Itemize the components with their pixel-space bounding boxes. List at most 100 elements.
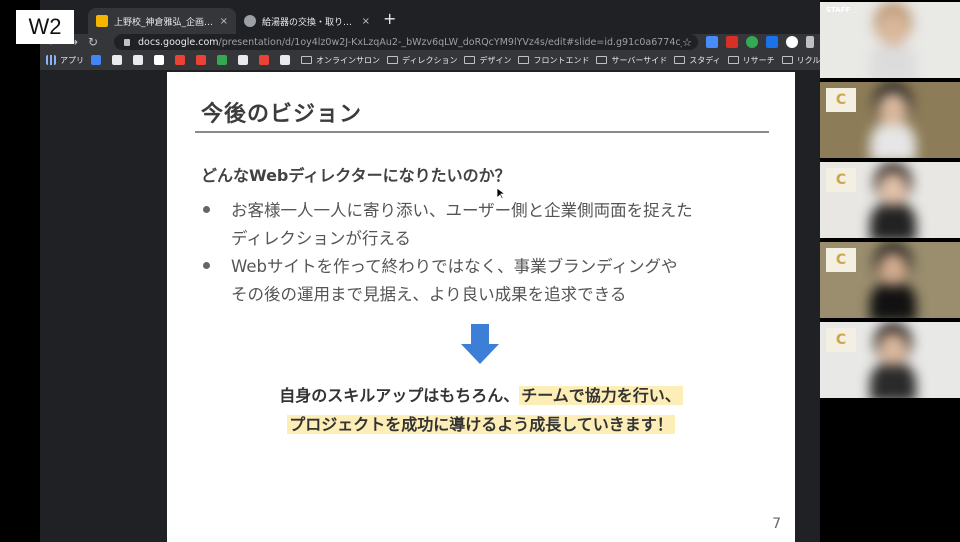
extension-icon[interactable] — [726, 36, 738, 48]
menu-icon[interactable] — [806, 36, 814, 48]
address-bar[interactable]: docs.google.com/presentation/d/1oy4lz0w2… — [114, 34, 698, 50]
site-favicon-icon — [196, 55, 206, 65]
close-icon[interactable]: × — [362, 16, 370, 27]
site-favicon-icon — [217, 55, 227, 65]
bookmark-label: リサーチ — [742, 55, 775, 65]
slide-conclusion: 自身のスキルアップはもちろん、 チームで協力を行い、 プロジェクトを成功に導けるよ… — [279, 386, 683, 434]
slide-heading: どんなWebディレクターになりたいのか？ — [201, 166, 511, 185]
bookmark-folder[interactable]: フロントエンド — [518, 55, 589, 66]
bookmark-item[interactable] — [196, 55, 210, 65]
blurred-participant — [870, 92, 916, 158]
lock-icon — [124, 38, 130, 46]
participant-video-tile[interactable]: C — [820, 82, 960, 158]
bookmark-folder[interactable]: スタディ — [674, 55, 721, 66]
page-number: 7 — [772, 516, 781, 532]
bookmark-folder[interactable]: デザイン — [464, 55, 511, 66]
folder-icon — [596, 56, 608, 64]
participant-video-tile[interactable]: C — [820, 162, 960, 238]
bookmark-item[interactable] — [259, 55, 273, 65]
tab-strip: 上野校_神倉雅弘_企画書_発表用 × 給湯器の交換・取り付け工事にか × + — [40, 0, 820, 34]
extension-icon[interactable] — [706, 36, 718, 48]
globe-icon — [244, 15, 256, 27]
bookmark-item[interactable] — [175, 55, 189, 65]
bookmark-item[interactable] — [238, 55, 252, 65]
blurred-participant — [870, 252, 916, 318]
folder-icon — [518, 56, 530, 64]
close-icon[interactable]: × — [220, 16, 228, 27]
blurred-participant — [870, 12, 916, 78]
site-favicon-icon — [238, 55, 248, 65]
bookmark-folder[interactable]: オンラインサロン — [301, 55, 380, 66]
site-favicon-icon — [280, 55, 290, 65]
site-favicon-icon — [259, 55, 269, 65]
new-tab-button[interactable]: + — [383, 9, 396, 28]
site-favicon-icon — [112, 55, 122, 65]
evernote-icon[interactable] — [746, 36, 758, 48]
tab-presentation[interactable]: 上野校_神倉雅弘_企画書_発表用 × — [88, 8, 236, 34]
bookmark-item[interactable] — [91, 55, 105, 65]
session-label: W2 — [16, 10, 74, 44]
site-favicon-icon — [154, 55, 164, 65]
site-favicon-icon — [91, 55, 101, 65]
reload-icon[interactable]: ↻ — [88, 34, 98, 50]
presentation-slide: 今後のビジョン どんなWebディレクターになりたいのか？ お客様一人一人に寄り添… — [167, 72, 795, 542]
blurred-participant — [870, 172, 916, 238]
bookmark-apps[interactable]: アプリ — [46, 55, 84, 66]
tab-water-heater[interactable]: 給湯器の交換・取り付け工事にか × — [236, 8, 378, 34]
bookmark-label: フロントエンド — [533, 55, 590, 65]
slides-favicon-icon — [96, 15, 108, 27]
bookmarks-bar: アプリ オンラインサロン ディレクション デザイン フロントエンド サーバーサイド スタディ… — [40, 50, 820, 70]
bookmark-item[interactable] — [154, 55, 168, 65]
address-toolbar: ← → ↻ docs.google.com/presentation/d/1oy… — [40, 34, 820, 50]
bookmark-label: ディレクション — [402, 55, 458, 65]
folder-icon — [301, 56, 312, 64]
school-logo-icon: C — [826, 168, 856, 192]
bookmark-label: サーバーサイド — [611, 55, 668, 65]
url-text: docs.google.com/presentation/d/1oy4lz0w2… — [138, 36, 683, 48]
bookmark-item[interactable] — [133, 55, 147, 65]
bullet-dot-icon — [203, 206, 210, 213]
bookmark-star-icon[interactable]: ☆ — [682, 36, 692, 49]
bookmark-folder[interactable]: ディレクション — [387, 55, 457, 66]
school-logo-icon: C — [826, 328, 856, 352]
bookmark-label: リクルート — [796, 55, 820, 65]
participant-video-tile[interactable]: C — [820, 322, 960, 398]
site-favicon-icon — [175, 55, 185, 65]
bullet-dot-icon — [203, 262, 210, 269]
browser-window: 上野校_神倉雅弘_企画書_発表用 × 給湯器の交換・取り付け工事にか × + ←… — [40, 0, 820, 542]
apps-grid-icon — [46, 55, 56, 65]
bookmark-folder[interactable]: リクルート — [781, 55, 820, 66]
school-logo-icon: C — [826, 88, 856, 112]
bookmark-label: オンラインサロン — [316, 55, 380, 65]
blurred-participant — [870, 332, 916, 398]
title-divider — [195, 131, 769, 133]
bullet-item: Webサイトを作って終わりではなく、事業ブランディングや その後の運用まで見据え… — [231, 257, 678, 304]
participant-panel: STAFF C C C C — [820, 0, 960, 400]
slide-title: 今後のビジョン — [201, 102, 363, 127]
site-favicon-icon — [133, 55, 143, 65]
down-arrow-icon — [461, 324, 499, 364]
bookmark-label: アプリ — [60, 55, 84, 65]
bookmark-folder[interactable]: サーバーサイド — [596, 55, 667, 66]
download-icon[interactable] — [766, 36, 778, 48]
bookmark-item[interactable] — [112, 55, 126, 65]
participant-video-tile[interactable]: C — [820, 242, 960, 318]
folder-icon — [464, 56, 476, 64]
tab-title: 給湯器の交換・取り付け工事にか — [262, 17, 356, 28]
bookmark-label: デザイン — [479, 55, 512, 65]
participant-video-tile[interactable]: STAFF — [820, 2, 960, 78]
school-logo-icon: C — [826, 248, 856, 272]
staff-label: STAFF — [826, 6, 851, 14]
mouse-cursor-icon — [497, 188, 505, 200]
folder-icon — [674, 56, 686, 64]
bookmark-item[interactable] — [217, 55, 231, 65]
bookmark-item[interactable] — [280, 55, 294, 65]
bullet-item: お客様一人一人に寄り添い、ユーザー側と企業側両面を捉えた ディレクションが行える — [231, 201, 693, 248]
tab-title: 上野校_神倉雅弘_企画書_発表用 — [114, 17, 214, 28]
folder-icon — [387, 56, 398, 64]
folder-icon — [727, 56, 739, 64]
bookmark-folder[interactable]: リサーチ — [727, 55, 775, 66]
folder-icon — [781, 56, 793, 64]
profile-avatar-icon[interactable] — [786, 36, 798, 48]
bookmark-label: スタディ — [689, 55, 721, 65]
